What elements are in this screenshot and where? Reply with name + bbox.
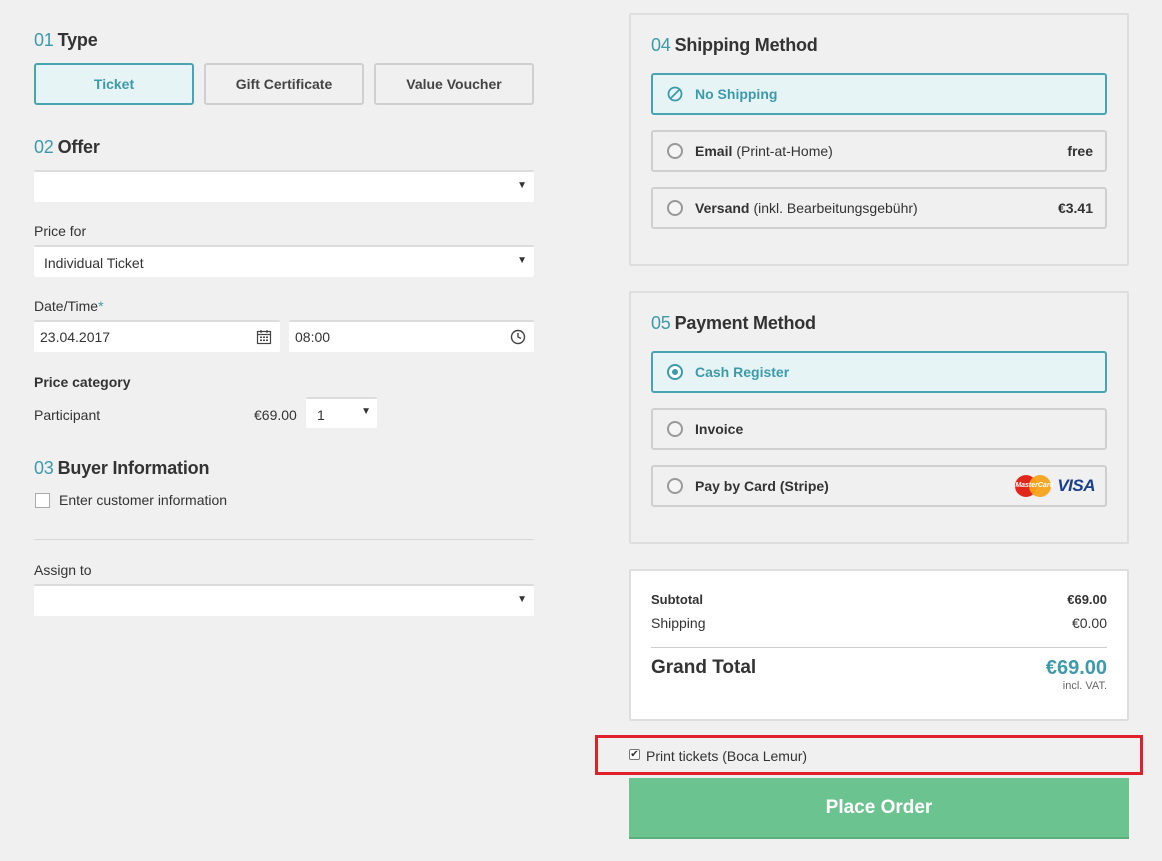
no-shipping-icon xyxy=(667,86,683,102)
price-for-value: Individual Ticket xyxy=(44,255,144,271)
chevron-down-icon: ▼ xyxy=(517,255,527,266)
radio-button[interactable] xyxy=(667,421,683,437)
mastercard-icon: MasterCard xyxy=(1015,475,1054,497)
price-for-label: Price for xyxy=(34,223,87,239)
grand-total-label: Grand Total xyxy=(651,657,757,678)
offer-heading: 02 Offer xyxy=(34,137,100,158)
participant-price: €69.00 xyxy=(254,407,297,423)
payment-heading: 05 Payment Method xyxy=(651,313,816,334)
payment-option-label: Pay by Card (Stripe) xyxy=(695,478,829,494)
buyer-number: 03 xyxy=(34,458,54,478)
shipping-option-no-shipping[interactable]: No Shipping xyxy=(651,73,1107,115)
participant-label: Participant xyxy=(34,407,101,423)
shipping-label: Shipping xyxy=(651,615,706,631)
summary-divider xyxy=(651,647,1107,648)
type-ticket-button[interactable]: Ticket xyxy=(34,63,194,105)
subtotal-row: Subtotal €69.00 xyxy=(651,592,1107,607)
payment-number: 05 xyxy=(651,313,671,333)
payment-option-cash-register[interactable]: Cash Register xyxy=(651,351,1107,393)
payment-option-label: Cash Register xyxy=(695,364,790,380)
chevron-down-icon: ▼ xyxy=(517,594,527,605)
type-value-voucher-button[interactable]: Value Voucher xyxy=(374,63,534,105)
divider xyxy=(34,539,534,540)
subtotal-value: €69.00 xyxy=(1067,592,1107,607)
shipping-option-label: Email xyxy=(695,143,733,159)
payment-option-invoice[interactable]: Invoice xyxy=(651,408,1107,450)
date-value: 23.04.2017 xyxy=(40,329,111,345)
assign-to-select[interactable]: ▼ xyxy=(34,584,534,616)
offer-number: 02 xyxy=(34,137,54,157)
print-tickets-checkbox[interactable]: ✔ xyxy=(629,749,640,760)
price-for-select[interactable]: Individual Ticket ▼ xyxy=(34,245,534,277)
radio-button[interactable] xyxy=(667,200,683,216)
shipping-option-email[interactable]: Email (Print-at-Home) free xyxy=(651,130,1107,172)
shipping-option-versand[interactable]: Versand (inkl. Bearbeitungsgebühr) €3.41 xyxy=(651,187,1107,229)
shipping-option-label: No Shipping xyxy=(695,86,778,102)
shipping-number: 04 xyxy=(651,35,671,55)
shipping-option-detail: (Print-at-Home) xyxy=(736,143,833,159)
date-time-label-text: Date/Time xyxy=(34,298,99,314)
radio-button[interactable] xyxy=(667,143,683,159)
shipping-title: Shipping Method xyxy=(674,35,818,55)
card-brand-logos: MasterCard VISA xyxy=(1015,475,1095,497)
shipping-row: Shipping €0.00 xyxy=(651,615,1107,631)
enter-customer-checkbox[interactable] xyxy=(35,493,50,508)
buyer-heading: 03 Buyer Information xyxy=(34,458,209,479)
shipping-heading: 04 Shipping Method xyxy=(651,35,818,56)
chevron-down-icon: ▼ xyxy=(361,406,371,417)
radio-button-selected[interactable] xyxy=(667,364,683,380)
quantity-select[interactable]: 1 ▼ xyxy=(306,397,377,428)
shipping-option-price: free xyxy=(1067,143,1093,159)
payment-option-card[interactable]: Pay by Card (Stripe) MasterCard VISA xyxy=(651,465,1107,507)
clock-icon[interactable] xyxy=(510,329,526,345)
price-category-label: Price category xyxy=(34,374,131,390)
quantity-value: 1 xyxy=(317,407,325,423)
offer-select[interactable]: ▼ xyxy=(34,170,534,202)
time-input[interactable]: 08:00 xyxy=(289,320,534,352)
buyer-title: Buyer Information xyxy=(57,458,210,478)
vat-note: incl. VAT. xyxy=(1062,680,1107,692)
print-tickets-label: Print tickets (Boca Lemur) xyxy=(646,748,808,764)
type-title: Type xyxy=(57,30,98,50)
shipping-option-detail: (inkl. Bearbeitungsgebühr) xyxy=(753,200,918,216)
assign-to-label: Assign to xyxy=(34,562,92,578)
radio-button[interactable] xyxy=(667,478,683,494)
grand-total-row: Grand Total €69.00 xyxy=(651,657,1107,679)
place-order-button[interactable]: Place Order xyxy=(629,778,1129,839)
type-number: 01 xyxy=(34,30,54,50)
shipping-option-label: Versand xyxy=(695,200,750,216)
offer-title: Offer xyxy=(57,137,100,157)
date-input[interactable]: 23.04.2017 xyxy=(34,320,280,352)
chevron-down-icon: ▼ xyxy=(517,180,527,191)
calendar-icon[interactable] xyxy=(256,329,272,345)
shipping-option-price: €3.41 xyxy=(1057,200,1093,216)
type-heading: 01 Type xyxy=(34,30,98,51)
payment-title: Payment Method xyxy=(674,313,816,333)
visa-icon: VISA xyxy=(1057,476,1095,495)
time-value: 08:00 xyxy=(295,329,331,345)
enter-customer-label: Enter customer information xyxy=(59,492,228,508)
payment-option-label: Invoice xyxy=(695,421,744,437)
shipping-value: €0.00 xyxy=(1071,615,1107,631)
required-mark: * xyxy=(98,298,104,314)
subtotal-label: Subtotal xyxy=(651,592,703,607)
date-time-label: Date/Time* xyxy=(34,298,104,314)
grand-total-value: €69.00 xyxy=(1045,657,1107,679)
type-gift-certificate-button[interactable]: Gift Certificate xyxy=(204,63,364,105)
